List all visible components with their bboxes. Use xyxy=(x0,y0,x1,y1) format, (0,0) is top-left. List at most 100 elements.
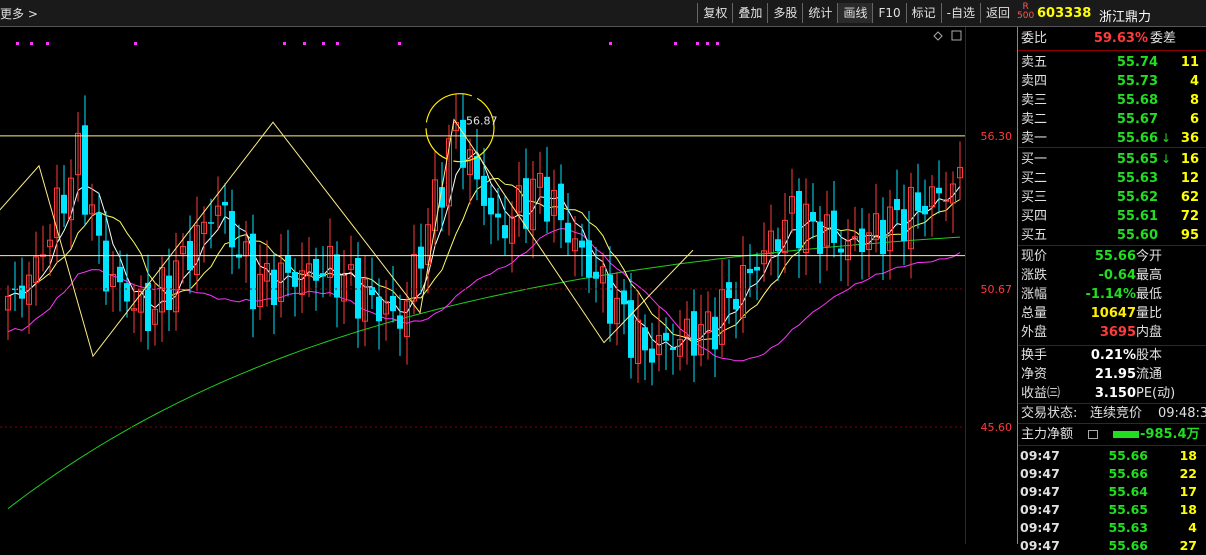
candle-down xyxy=(544,176,550,222)
remove-watchlist-button[interactable]: -自选 xyxy=(940,3,980,23)
candle-down xyxy=(271,269,277,306)
diamond-icon xyxy=(933,31,943,41)
candle-down xyxy=(523,178,529,229)
quote-row: 净资 21.95 流通 xyxy=(1021,367,1163,382)
multi-stock-button[interactable]: 多股 xyxy=(767,3,802,23)
signal-dot xyxy=(134,42,137,45)
ask-row-1[interactable]: 卖一 55.66 ↓ 36 xyxy=(1018,129,1206,148)
stock-code: 603338 xyxy=(1037,6,1092,21)
ask-row-5[interactable]: 卖五 55.74 11 xyxy=(1018,53,1206,72)
candle-down xyxy=(19,285,25,299)
candle-down xyxy=(236,254,242,258)
candle-down xyxy=(579,240,585,248)
menu-icon[interactable] xyxy=(1088,430,1098,439)
main-force-row: 主力净额 -985.4万 xyxy=(1021,427,1200,442)
candle-down xyxy=(628,300,634,358)
bid-row-1[interactable]: 买一 55.65 ↓ 16 xyxy=(1018,150,1206,169)
candle-down xyxy=(859,228,865,253)
statistics-button[interactable]: 统计 xyxy=(802,3,837,23)
price-axis-label: 45.60 xyxy=(981,421,1013,434)
draw-line-button[interactable]: 画线 xyxy=(837,3,873,23)
candle-down xyxy=(320,273,326,277)
ask-row-2[interactable]: 卖二 55.67 6 xyxy=(1018,110,1206,129)
candle-down xyxy=(117,266,123,283)
arrow-down-icon: ↓ xyxy=(1161,131,1172,145)
candle-down xyxy=(663,332,669,341)
tick-row: 09:47 55.66 22 xyxy=(1020,466,1197,481)
signal-dot xyxy=(674,42,677,45)
candle-down xyxy=(936,187,942,194)
candle-down xyxy=(733,298,739,310)
bid-row-4[interactable]: 买四 55.61 72 xyxy=(1018,207,1206,226)
price-axis-label: 56.30 xyxy=(981,130,1013,143)
quote-row: 涨跌 -0.64 最高 xyxy=(1021,268,1163,283)
signal-dot xyxy=(716,42,719,45)
signal-dot xyxy=(30,42,33,45)
mark-button[interactable]: 标记 xyxy=(905,3,941,23)
inflow-bar xyxy=(1113,431,1139,438)
candle-down xyxy=(313,258,319,281)
r-badge: R 500 xyxy=(1017,2,1035,21)
candle-down xyxy=(376,296,382,322)
order-ratio-row: 委比 59.63% 委差 xyxy=(1021,31,1177,46)
back-button[interactable]: 返回 xyxy=(979,3,1015,23)
candle-down xyxy=(481,175,487,206)
tick-row: 09:47 55.64 17 xyxy=(1020,484,1197,499)
candle-down xyxy=(754,266,760,271)
candle-down xyxy=(593,271,599,279)
quote-row: 换手 0.21% 股本 xyxy=(1021,348,1163,363)
candle-down xyxy=(880,219,886,255)
candle-down xyxy=(285,255,291,273)
f10-button[interactable]: F10 xyxy=(872,3,905,23)
candle-down xyxy=(712,316,718,350)
candle-down xyxy=(915,192,921,211)
candle-down xyxy=(61,194,67,214)
quote-row: 现价 55.66 今开 xyxy=(1021,249,1163,264)
candle-down xyxy=(82,125,88,215)
bid-row-5[interactable]: 买五 55.60 95 xyxy=(1018,226,1206,245)
candle-down xyxy=(901,209,907,242)
candle-down xyxy=(558,183,564,221)
stock-name[interactable]: 浙江鼎力 xyxy=(1099,6,1151,25)
candle-down xyxy=(796,190,802,249)
candle-down xyxy=(229,211,235,248)
bid-row-2[interactable]: 买二 55.63 12 xyxy=(1018,169,1206,188)
candle-down xyxy=(691,311,697,356)
window-icon xyxy=(951,30,962,41)
restore-rights-button[interactable]: 复权 xyxy=(697,3,732,23)
candle-down xyxy=(292,271,298,287)
candle-down xyxy=(649,348,655,363)
signal-dot xyxy=(46,42,49,45)
candle-down xyxy=(642,327,648,351)
candle-down xyxy=(474,156,480,180)
candle-down xyxy=(369,287,375,295)
candle-down xyxy=(208,222,214,224)
candle-down xyxy=(922,205,928,215)
candle-down xyxy=(166,275,172,311)
candle-down xyxy=(586,240,592,278)
ask-row-4[interactable]: 卖四 55.73 4 xyxy=(1018,72,1206,91)
high-price-label: 56.87 xyxy=(466,114,498,127)
bid-row-3[interactable]: 买三 55.62 62 xyxy=(1018,188,1206,207)
quote-row: 涨幅 -1.14% 最低 xyxy=(1021,287,1163,302)
candle-down xyxy=(810,212,816,222)
candle-down xyxy=(565,222,571,243)
candle-down xyxy=(124,283,130,302)
ask-row-3[interactable]: 卖三 55.68 8 xyxy=(1018,91,1206,110)
candlestick-chart[interactable]: 56.87 56.30 50.67 45.60 xyxy=(0,27,1017,544)
stock-header: R 500 603338 浙江鼎力 xyxy=(1017,2,1206,26)
candle-down xyxy=(495,213,501,218)
chart-right-border xyxy=(965,27,966,544)
signal-dot xyxy=(609,42,612,45)
signal-dot xyxy=(322,42,325,45)
candle-down xyxy=(103,240,109,292)
tick-row: 09:47 55.66 27 xyxy=(1020,538,1197,553)
more-button[interactable]: 更多 > xyxy=(0,5,38,22)
tick-row: 09:47 55.66 18 xyxy=(1020,448,1197,463)
overlay-button[interactable]: 叠加 xyxy=(732,3,767,23)
toolbar-menu: 复权 叠加 多股 统计 画线 F10 标记 -自选 返回 xyxy=(697,3,1015,23)
signal-dot xyxy=(303,42,306,45)
candle-down xyxy=(670,347,676,350)
top-toolbar: 更多 > 复权 叠加 多股 统计 画线 F10 标记 -自选 返回 R 500 6… xyxy=(0,0,1206,27)
tick-row: 09:47 55.63 4 xyxy=(1020,520,1197,535)
